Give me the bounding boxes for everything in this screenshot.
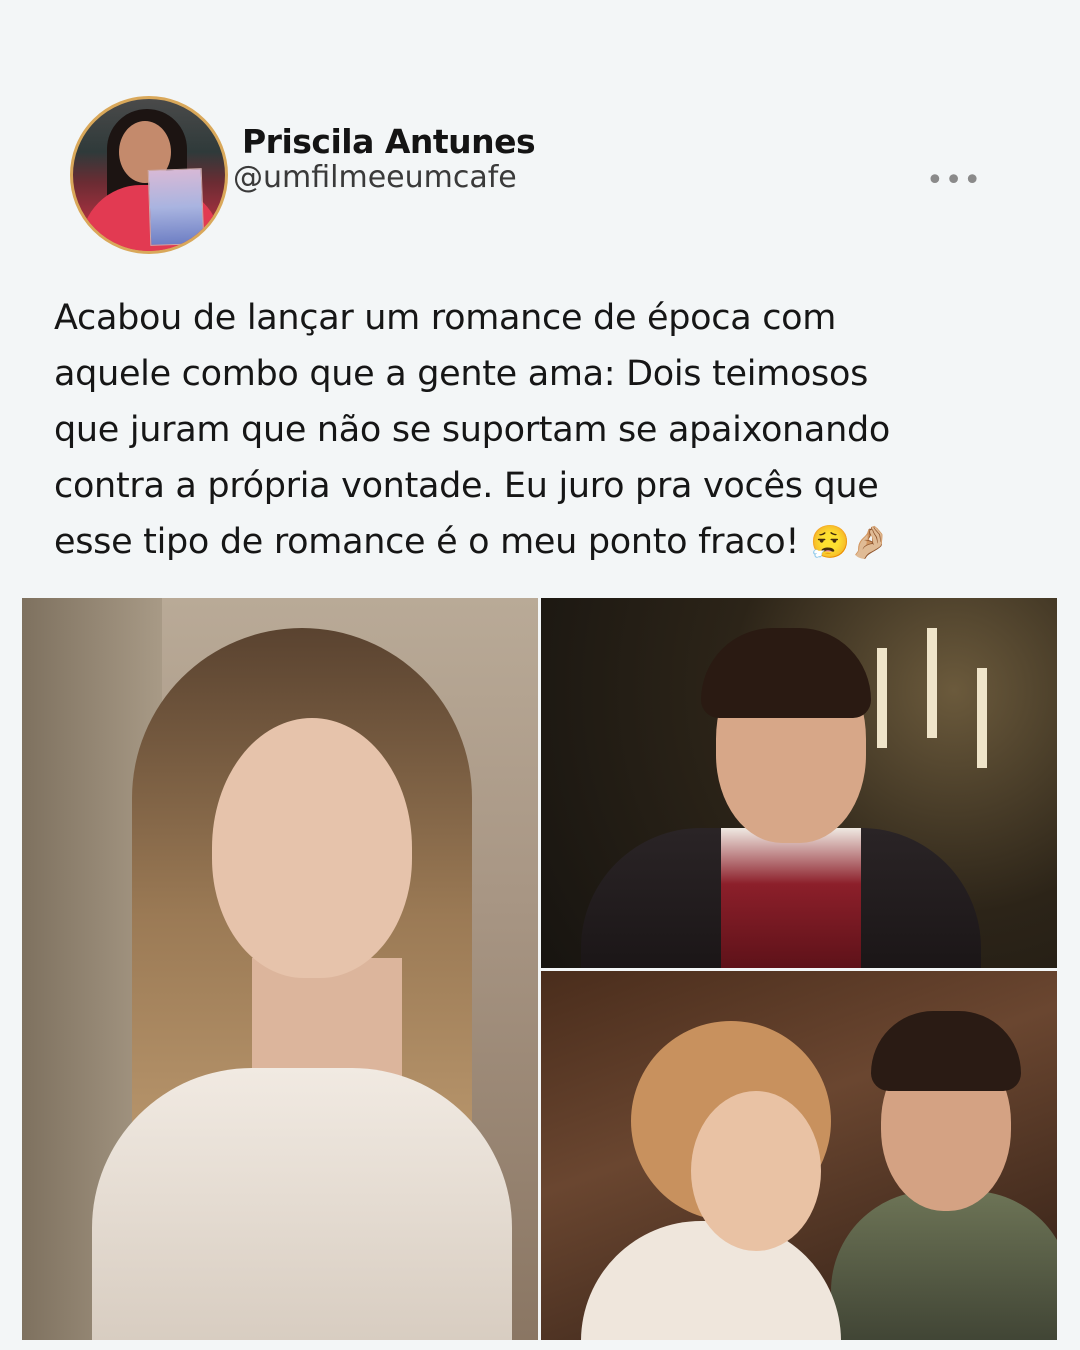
photo-couple-period-scene[interactable] [541, 971, 1057, 1340]
post-card: Priscila Antunes @umfilmeeumcafe ••• Aca… [0, 0, 1080, 1350]
photo-woman-portrait[interactable] [22, 598, 538, 1340]
post-text-line: Acabou de lançar um romance de época com [54, 298, 837, 338]
man-coat [831, 1191, 1057, 1340]
man-hair [871, 1011, 1021, 1091]
post-text: Acabou de lançar um romance de época com… [54, 290, 1044, 570]
post-text-line: contra a própria vontade. Eu juro pra vo… [54, 466, 879, 506]
man-hair [701, 628, 871, 718]
avatar-book-icon [147, 168, 205, 246]
woman-face [212, 718, 412, 978]
photo-man-period-costume[interactable] [541, 598, 1057, 968]
media-grid [22, 598, 1057, 1340]
author-handle[interactable]: @umfilmeeumcafe [233, 160, 517, 195]
author-name[interactable]: Priscila Antunes [242, 122, 536, 161]
emoji-icon: 😮‍💨🤌🏼 [810, 523, 890, 561]
man-vest [721, 828, 861, 968]
post-text-line: esse tipo de romance é o meu ponto fraco… [54, 522, 800, 562]
avatar[interactable] [70, 96, 228, 254]
woman-face [691, 1091, 821, 1251]
woman-dress [581, 1221, 841, 1340]
woman-dress [92, 1068, 512, 1340]
post-text-line: aquele combo que a gente ama: Dois teimo… [54, 354, 869, 394]
post-text-line-last: esse tipo de romance é o meu ponto fraco… [54, 514, 1044, 570]
post-text-line: que juram que não se suportam se apaixon… [54, 410, 890, 450]
more-options-icon[interactable]: ••• [926, 166, 981, 196]
